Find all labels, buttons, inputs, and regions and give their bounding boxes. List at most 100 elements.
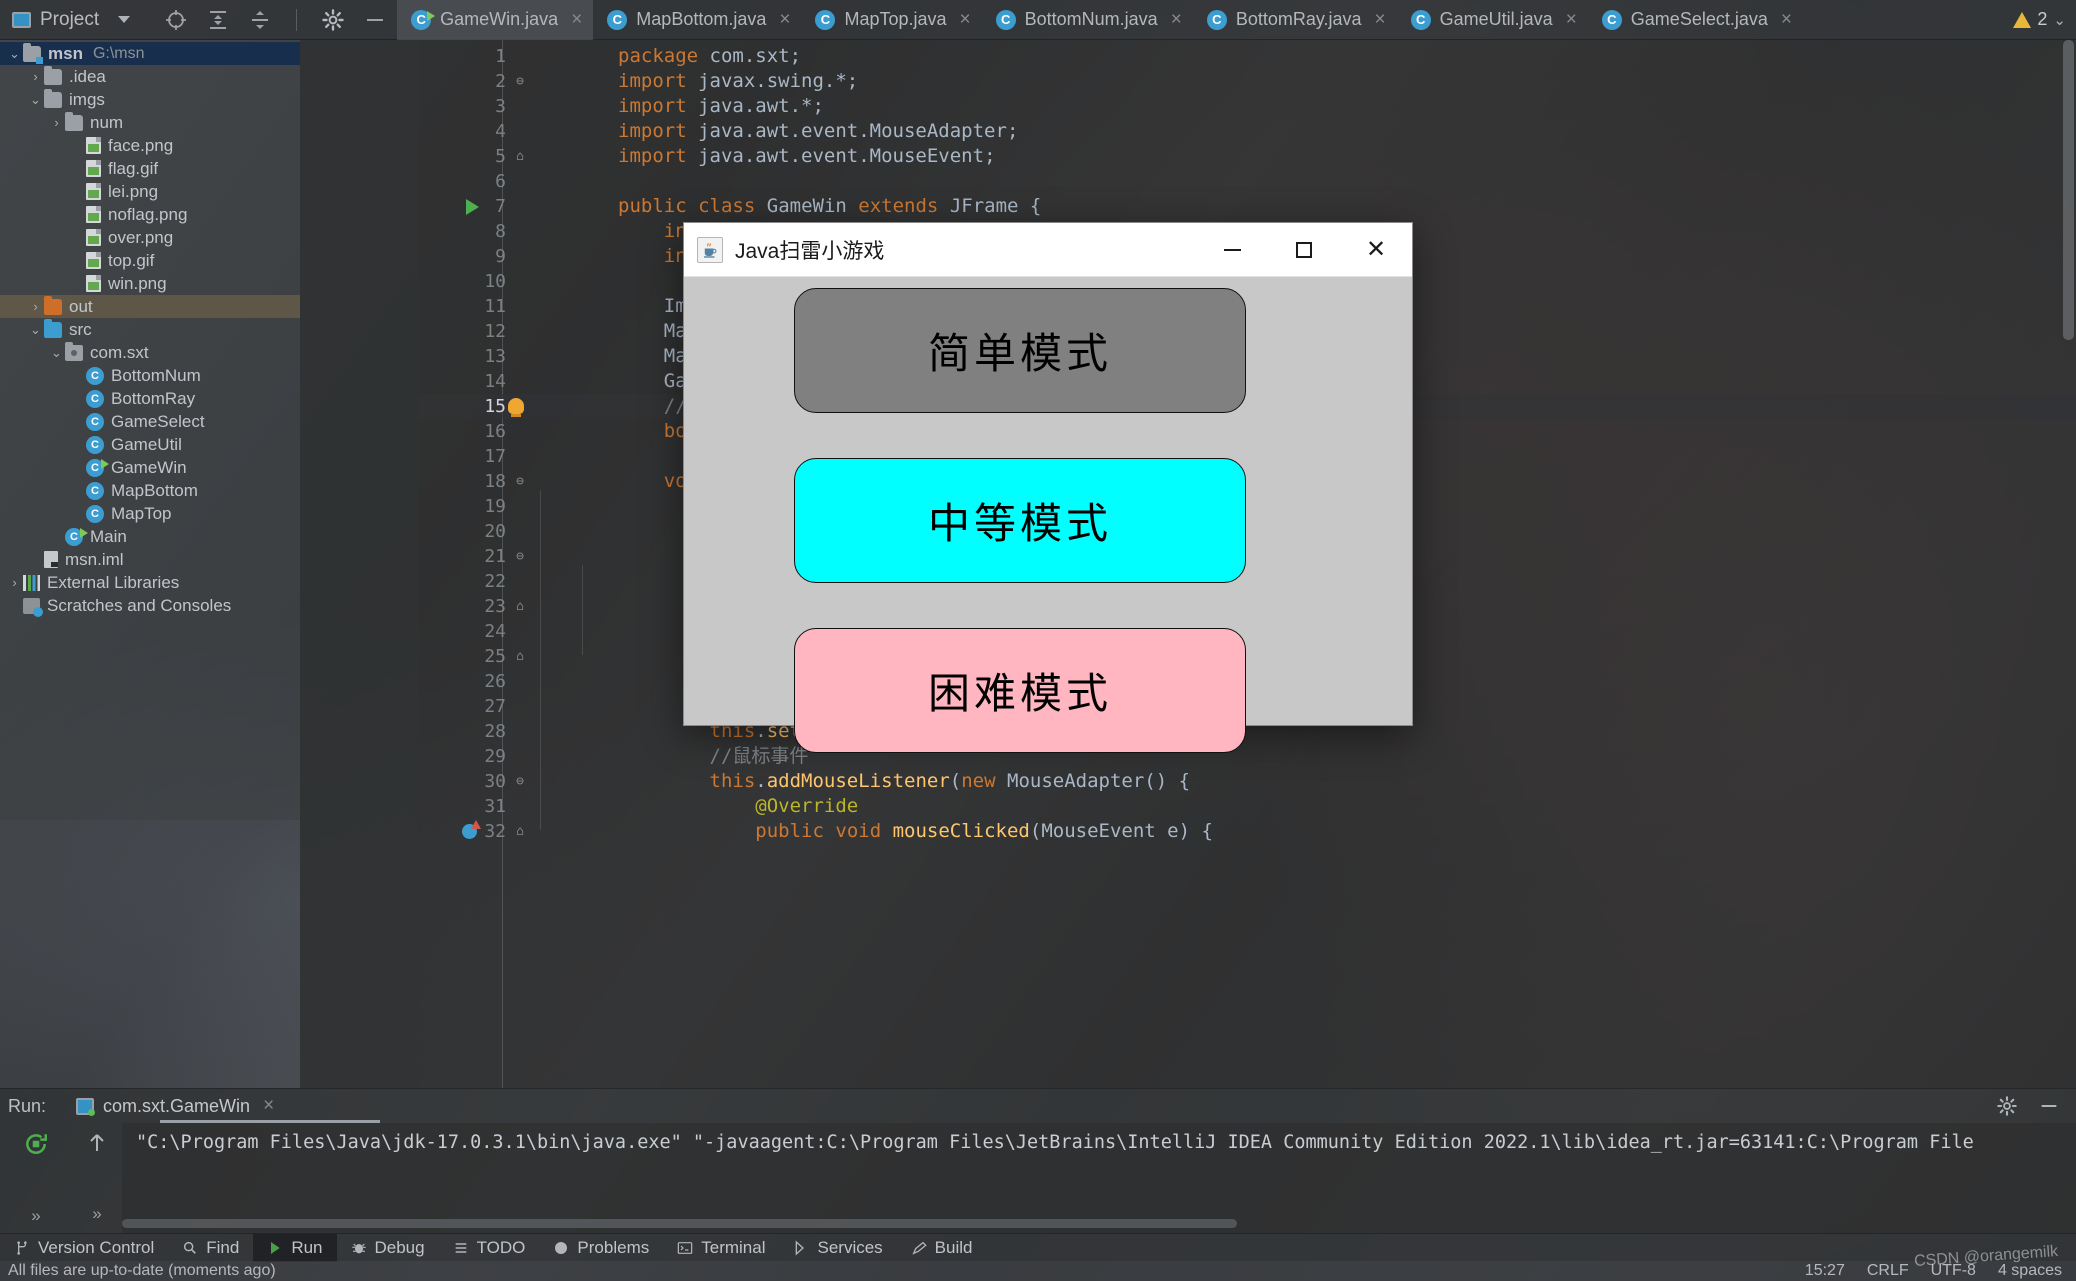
tree-item-win-png[interactable]: win.png [0,272,300,295]
editor-tab-bottomnum-java[interactable]: C BottomNum.java × [982,0,1193,40]
close-icon[interactable]: × [1566,9,1577,31]
chevron-right-icon[interactable]: › [27,299,44,314]
code-line[interactable]: 6 [418,169,2076,194]
java-game-window[interactable]: Java扫雷小游戏 ✕ 简单模式 中等模式 困难模式 [683,222,1413,753]
tree-item-scratches-and-consoles[interactable]: Scratches and Consoles [0,594,300,617]
dialog-title-bar[interactable]: Java扫雷小游戏 ✕ [684,223,1412,277]
code-fold-icon[interactable]: ⊖ [511,769,529,794]
code-fold-icon[interactable]: ⌂ [511,144,529,169]
console-output[interactable]: "C:\Program Files\Java\jdk-17.0.3.1\bin\… [122,1123,2076,1234]
tool-window-terminal[interactable]: Terminal [663,1234,779,1262]
tree-item-mapbottom[interactable]: C MapBottom [0,479,300,502]
tree-item-src[interactable]: ⌄ src [0,318,300,341]
scroll-up-icon[interactable] [85,1131,109,1160]
encoding-indicator[interactable]: UTF-8 [1931,1262,1976,1280]
locate-icon[interactable] [164,8,188,32]
tree-item-external-libraries[interactable]: › External Libraries [0,571,300,594]
close-icon[interactable]: × [1171,9,1182,31]
tool-window-services[interactable]: Services [779,1234,896,1262]
chevron-down-icon[interactable]: ⌄ [48,345,65,361]
project-tool-button[interactable]: Project [0,0,140,40]
code-line[interactable]: 2 ⊖ import javax.swing.*; [418,69,2076,94]
code-fold-icon[interactable]: ⊖ [511,469,529,494]
code-fold-icon[interactable]: ⊖ [511,69,529,94]
editor-tab-gameutil-java[interactable]: C GameUtil.java × [1397,0,1588,40]
tool-window-problems[interactable]: Problems [539,1234,663,1262]
code-line[interactable]: 30 ⊖ this.addMouseListener(new MouseAdapt… [418,769,2076,794]
tree-item-msn[interactable]: ⌄ msn G:\msn [0,42,300,65]
editor-gutter[interactable] [300,40,418,1088]
code-line[interactable]: 5 ⌂ import java.awt.event.MouseEvent; [418,144,2076,169]
settings-icon[interactable] [1996,1095,2018,1117]
close-icon[interactable]: × [263,1095,274,1117]
chevron-right-icon[interactable]: › [48,115,65,130]
tree-item-main[interactable]: C Main [0,525,300,548]
chevron-down-icon[interactable]: ⌄ [27,322,44,338]
tool-window-debug[interactable]: Debug [337,1234,439,1262]
code-line[interactable]: 7 public class GameWin extends JFrame { [418,194,2076,219]
code-fold-icon[interactable]: ⌂ [511,819,529,844]
editor-scrollbar[interactable] [2063,40,2074,1088]
code-fold-icon[interactable]: ⌂ [511,594,529,619]
editor-tab-gameselect-java[interactable]: C GameSelect.java × [1588,0,1803,40]
close-button[interactable]: ✕ [1340,223,1412,277]
tree-item-num[interactable]: › num [0,111,300,134]
chevron-down-icon[interactable]: ⌄ [2053,11,2066,29]
tree-item-gameutil[interactable]: C GameUtil [0,433,300,456]
project-tree[interactable]: ⌄ msn G:\msn › .idea ⌄ imgs › num face.png flag.gi… [0,40,300,820]
rerun-icon[interactable] [23,1131,49,1162]
tree-item-gameselect[interactable]: C GameSelect [0,410,300,433]
medium-mode-button[interactable]: 中等模式 [794,458,1246,583]
hard-mode-button[interactable]: 困难模式 [794,628,1246,753]
inspection-warning-indicator[interactable]: 2 ⌄ [2013,9,2076,30]
editor-tab-mapbottom-java[interactable]: C MapBottom.java × [593,0,801,40]
editor-tab-gamewin-java[interactable]: C GameWin.java × [397,0,594,40]
code-line[interactable]: 1 package com.sxt; [418,44,2076,69]
console-horizontal-scrollbar[interactable] [122,1219,1237,1228]
easy-mode-button[interactable]: 简单模式 [794,288,1246,413]
code-line[interactable]: 32 ⌂ public void mouseClicked(MouseEvent … [418,819,2076,844]
tree-item-imgs[interactable]: ⌄ imgs [0,88,300,111]
run-configuration-tab[interactable]: com.sxt.GameWin × [68,1095,282,1117]
tree-item-com-sxt[interactable]: ⌄ com.sxt [0,341,300,364]
tree-item-out[interactable]: › out [0,295,300,318]
code-line[interactable]: 29 //鼠标事件 [418,744,2076,769]
chevron-right-icon[interactable]: › [27,69,44,84]
close-icon[interactable]: × [1781,9,1792,31]
run-gutter-icon[interactable] [466,199,479,215]
tree-item-face-png[interactable]: face.png [0,134,300,157]
tree-item-bottomray[interactable]: C BottomRay [0,387,300,410]
breakpoint-icon[interactable] [462,820,481,839]
editor-tab-maptop-java[interactable]: C MapTop.java × [801,0,981,40]
collapse-all-icon[interactable] [248,8,272,32]
close-icon[interactable]: × [571,9,582,31]
tree-item-noflag-png[interactable]: noflag.png [0,203,300,226]
hide-icon[interactable] [2038,1095,2060,1117]
more-actions-icon[interactable]: » [31,1206,40,1226]
minimize-button[interactable] [1196,223,1268,277]
tree-item-gamewin[interactable]: C GameWin [0,456,300,479]
tree-item-top-gif[interactable]: top.gif [0,249,300,272]
tool-window-todo[interactable]: TODO [439,1234,540,1262]
line-separator-indicator[interactable]: CRLF [1867,1262,1909,1280]
tool-window-version-control[interactable]: Version Control [0,1234,168,1262]
editor-tab-bottomray-java[interactable]: C BottomRay.java × [1193,0,1397,40]
code-fold-icon[interactable]: ⌂ [511,644,529,669]
tree-item--idea[interactable]: › .idea [0,65,300,88]
code-fold-icon[interactable]: ⊖ [511,544,529,569]
close-icon[interactable]: × [1375,9,1386,31]
tree-item-over-png[interactable]: over.png [0,226,300,249]
code-line[interactable]: 4 import java.awt.event.MouseAdapter; [418,119,2076,144]
tree-item-bottomnum[interactable]: C BottomNum [0,364,300,387]
indent-indicator[interactable]: 4 spaces [1998,1262,2062,1280]
minimize-icon[interactable] [363,8,387,32]
intention-bulb-icon[interactable] [508,398,524,417]
scrollbar-thumb[interactable] [2063,40,2074,340]
gear-icon[interactable] [321,8,345,32]
chevron-down-icon[interactable]: ⌄ [6,46,23,62]
more-actions-icon[interactable]: » [92,1204,101,1224]
chevron-right-icon[interactable]: › [6,575,23,590]
expand-all-icon[interactable] [206,8,230,32]
tool-window-build[interactable]: Build [897,1234,987,1262]
maximize-button[interactable] [1268,223,1340,277]
